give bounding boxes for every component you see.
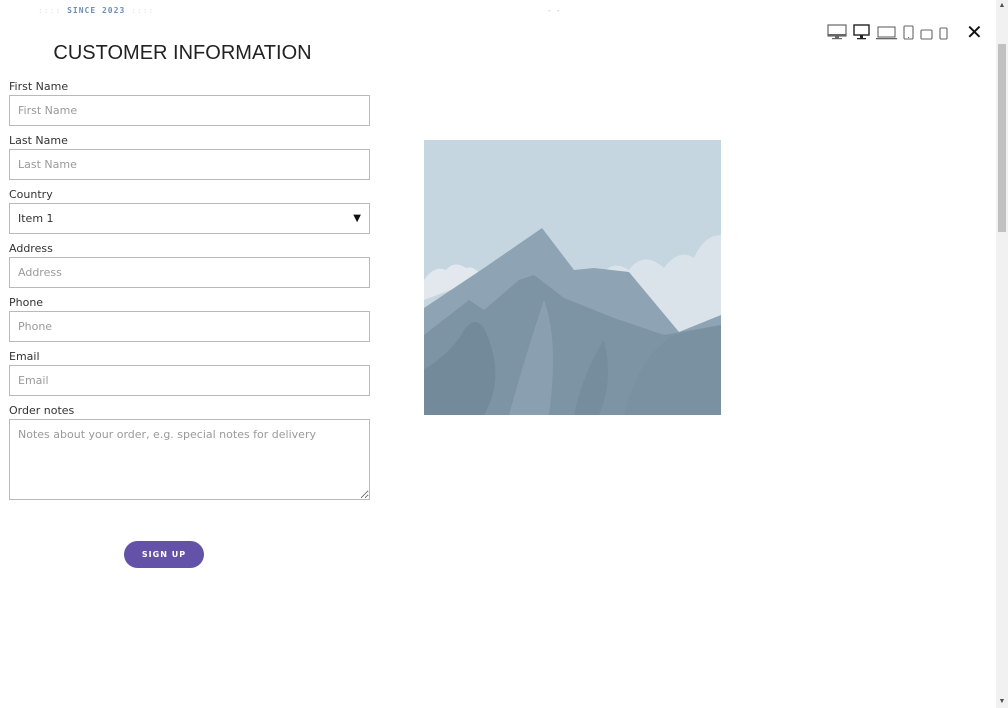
desktop-icon[interactable] xyxy=(853,24,870,40)
phone-label: Phone xyxy=(9,296,44,309)
order-notes-textarea[interactable] xyxy=(9,419,370,500)
mobile-icon[interactable] xyxy=(939,27,948,40)
caret-down-icon: ▼ xyxy=(353,213,361,224)
scroll-down-arrow-icon[interactable]: ▼ xyxy=(996,696,1008,708)
address-input[interactable] xyxy=(9,257,370,288)
laptop-icon[interactable] xyxy=(876,26,897,40)
scrollbar-thumb[interactable] xyxy=(998,44,1006,232)
tablet-portrait-icon[interactable] xyxy=(903,25,914,40)
close-icon[interactable]: ✕ xyxy=(966,20,983,44)
sign-up-button[interactable]: SIGN UP xyxy=(124,541,204,568)
page-title: CUSTOMER INFORMATION xyxy=(53,42,312,64)
mountain-image-placeholder xyxy=(424,140,721,415)
email-input[interactable] xyxy=(9,365,370,396)
decorative-dash: - - xyxy=(548,6,562,15)
phone-input[interactable] xyxy=(9,311,370,342)
customer-form: First Name Last Name Country Item 1 ▼ Ad… xyxy=(9,79,370,505)
order-notes-label: Order notes xyxy=(9,404,75,417)
last-name-label: Last Name xyxy=(9,134,68,147)
country-select[interactable]: Item 1 ▼ xyxy=(9,203,370,234)
email-label: Email xyxy=(9,350,40,363)
first-name-input[interactable] xyxy=(9,95,370,126)
country-selected-value: Item 1 xyxy=(18,212,54,225)
tablet-landscape-icon[interactable] xyxy=(920,29,933,40)
since-text: SINCE 2023 xyxy=(67,6,126,15)
desktop-wide-icon[interactable] xyxy=(827,24,847,40)
address-label: Address xyxy=(9,242,53,255)
since-badge: :::: SINCE 2023 :::: xyxy=(38,6,154,15)
device-preview-toolbar xyxy=(827,24,948,40)
scroll-up-arrow-icon[interactable]: ▲ xyxy=(996,0,1008,12)
decorative-dots: :::: xyxy=(38,6,62,15)
first-name-label: First Name xyxy=(9,80,69,93)
vertical-scrollbar[interactable]: ▲ ▼ xyxy=(996,0,1008,708)
last-name-input[interactable] xyxy=(9,149,370,180)
decorative-dots: :::: xyxy=(131,6,155,15)
country-label: Country xyxy=(9,188,53,201)
